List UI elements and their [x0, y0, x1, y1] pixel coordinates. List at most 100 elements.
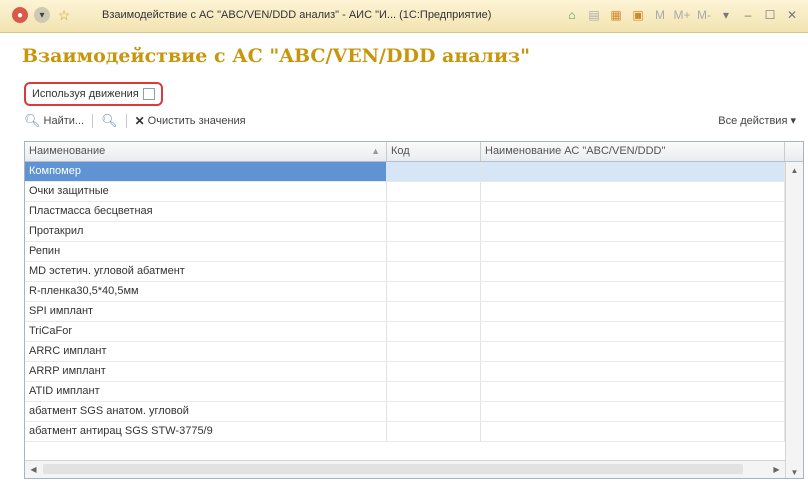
table-row[interactable]: абатмент SGS анатом. угловой [25, 402, 785, 422]
cell-code[interactable] [387, 382, 481, 401]
column-header-name[interactable]: Наименование ▲ [25, 142, 387, 161]
cell-name[interactable]: абатмент антирац SGS STW-3775/9 [25, 422, 387, 441]
window-title: Взаимодействие с АС "ABC/VEN/DDD анализ"… [102, 9, 492, 21]
table-row[interactable]: R-пленка30,5*40,5мм [25, 282, 785, 302]
form-title: Взаимодействие с АС "ABC/VEN/DDD анализ" [22, 45, 531, 67]
close-icon[interactable]: ✕ [784, 7, 800, 23]
cell-abc-name[interactable] [481, 322, 785, 341]
menu-icon[interactable]: ▾ [34, 7, 50, 23]
clear-icon: ✕ [134, 114, 145, 128]
scroll-up-icon[interactable]: ▲ [786, 162, 803, 178]
cell-name[interactable]: ARRC имплант [25, 342, 387, 361]
items-table[interactable]: Наименование ▲ Код Наименование АС "ABC/… [24, 141, 804, 479]
table-row[interactable]: ARRC имплант [25, 342, 785, 362]
cell-abc-name[interactable] [481, 342, 785, 361]
scroll-down-icon[interactable]: ▼ [786, 464, 803, 478]
sort-ascending-icon: ▲ [371, 146, 380, 156]
cell-abc-name[interactable] [481, 222, 785, 241]
cell-code[interactable] [387, 202, 481, 221]
toolbar-divider [92, 114, 94, 128]
cell-abc-name[interactable] [481, 262, 785, 281]
use-movements-label: Используя движения [32, 88, 139, 100]
search-cancel-icon: 🔍︎ [101, 113, 118, 128]
column-header-abc-name[interactable]: Наименование АС "ABC/VEN/DDD" [481, 142, 785, 161]
cell-name[interactable]: абатмент SGS анатом. угловой [25, 402, 387, 421]
cell-name[interactable]: Репин [25, 242, 387, 261]
cell-name[interactable]: SPI имплант [25, 302, 387, 321]
window-titlebar: ● ▾ ☆ Взаимодействие с АС "ABC/VEN/DDD а… [0, 0, 808, 33]
cell-abc-name[interactable] [481, 242, 785, 261]
cell-abc-name[interactable] [481, 162, 785, 181]
find-button[interactable]: 🔍︎ Найти... [24, 113, 84, 129]
link-icon[interactable]: ⌂ [564, 7, 580, 23]
minimize-icon[interactable]: – [740, 7, 756, 23]
cell-code[interactable] [387, 402, 481, 421]
all-actions-button[interactable]: Все действия ▾ [718, 114, 796, 127]
scroll-left-icon[interactable]: ◀ [25, 461, 42, 477]
cell-code[interactable] [387, 162, 481, 181]
table-row[interactable]: MD эстетич. угловой абатмент [25, 262, 785, 282]
cell-name[interactable]: Компомер [25, 162, 387, 181]
cell-code[interactable] [387, 322, 481, 341]
memory-mplus-icon[interactable]: M+ [674, 7, 691, 23]
calendar-icon[interactable]: ▦ [608, 7, 624, 23]
cell-abc-name[interactable] [481, 362, 785, 381]
cell-name[interactable]: Очки защитные [25, 182, 387, 201]
column-header-code[interactable]: Код [387, 142, 481, 161]
table-row[interactable]: TriCaFor [25, 322, 785, 342]
search-icon: 🔍︎ [24, 113, 41, 128]
favorite-star-icon[interactable]: ☆ [56, 7, 72, 23]
cell-abc-name[interactable] [481, 402, 785, 421]
document-icon[interactable]: ▤ [586, 7, 602, 23]
dropdown-icon[interactable]: ▾ [718, 7, 734, 23]
cell-code[interactable] [387, 222, 481, 241]
table-row[interactable]: Репин [25, 242, 785, 262]
use-movements-checkbox[interactable] [142, 88, 155, 100]
cell-abc-name[interactable] [481, 202, 785, 221]
cell-code[interactable] [387, 362, 481, 381]
memory-mminus-icon[interactable]: M- [696, 7, 712, 23]
cell-abc-name[interactable] [481, 282, 785, 301]
app-icon[interactable]: ● [12, 7, 28, 23]
titlebar-left-controls: ● ▾ ☆ [12, 7, 72, 23]
table-row[interactable]: Протакрил [25, 222, 785, 242]
table-row[interactable]: Пластмасса бесцветная [25, 202, 785, 222]
cell-abc-name[interactable] [481, 182, 785, 201]
table-row[interactable]: SPI имплант [25, 302, 785, 322]
table-row[interactable]: абатмент антирац SGS STW-3775/9 [25, 422, 785, 442]
cell-code[interactable] [387, 282, 481, 301]
calculator-icon[interactable]: ▣ [630, 7, 646, 23]
cell-code[interactable] [387, 262, 481, 281]
cell-code[interactable] [387, 302, 481, 321]
table-row[interactable]: Компомер [25, 162, 785, 182]
cell-code[interactable] [387, 422, 481, 441]
cell-name[interactable]: MD эстетич. угловой абатмент [25, 262, 387, 281]
table-row[interactable]: Очки защитные [25, 182, 785, 202]
memory-m-icon[interactable]: M [652, 7, 668, 23]
cell-abc-name[interactable] [481, 382, 785, 401]
cell-abc-name[interactable] [481, 422, 785, 441]
cell-name[interactable]: TriCaFor [25, 322, 387, 341]
cell-name[interactable]: Пластмасса бесцветная [25, 202, 387, 221]
table-header: Наименование ▲ Код Наименование АС "ABC/… [25, 142, 803, 162]
table-row[interactable]: ARRP имплант [25, 362, 785, 382]
horizontal-scrollbar[interactable]: ◀ ▶ [25, 460, 785, 478]
cell-name[interactable]: R-пленка30,5*40,5мм [25, 282, 387, 301]
table-body: Компомер Очки защитные Пластмасса бесцветн… [25, 162, 785, 442]
cell-code[interactable] [387, 242, 481, 261]
cell-name[interactable]: ARRP имплант [25, 362, 387, 381]
scroll-right-icon[interactable]: ▶ [768, 461, 785, 477]
maximize-icon[interactable]: ☐ [762, 7, 778, 23]
horizontal-scroll-thumb[interactable] [43, 464, 743, 474]
clear-values-button[interactable]: ✕ Очистить значения [135, 114, 246, 128]
vertical-scrollbar[interactable]: ▲ ▼ [785, 162, 803, 478]
cell-name[interactable]: Протакрил [25, 222, 387, 241]
cell-code[interactable] [387, 342, 481, 361]
use-movements-toggle[interactable]: Используя движения [24, 82, 163, 106]
command-bar: 🔍︎ Найти... 🔍︎ ✕ Очистить значения Все д… [24, 111, 800, 131]
cell-name[interactable]: ATID имплант [25, 382, 387, 401]
cancel-search-button[interactable]: 🔍︎ [101, 113, 118, 129]
table-row[interactable]: ATID имплант [25, 382, 785, 402]
cell-code[interactable] [387, 182, 481, 201]
cell-abc-name[interactable] [481, 302, 785, 321]
